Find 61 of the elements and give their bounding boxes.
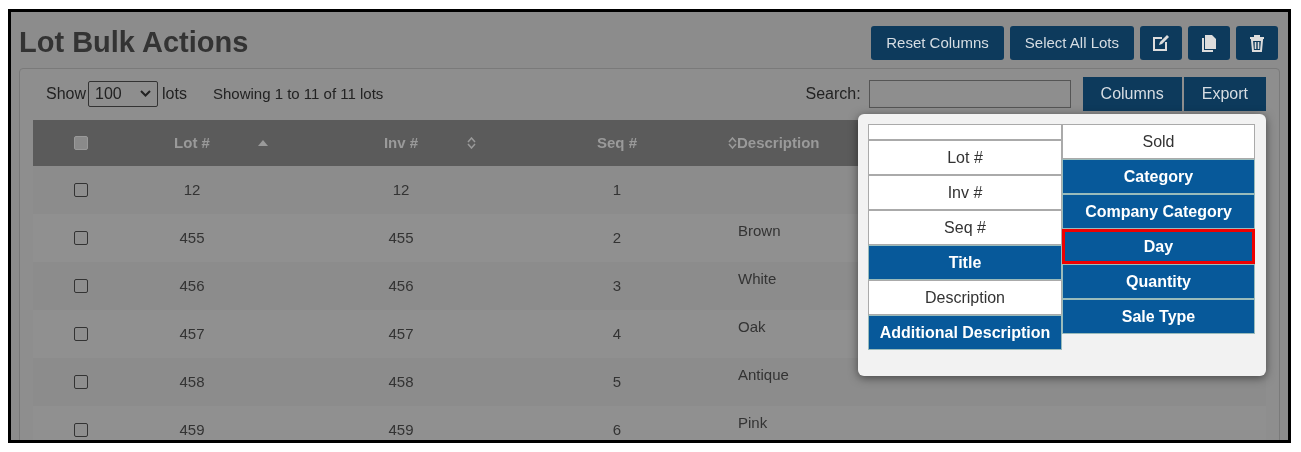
column-toggle[interactable]: Category — [1062, 159, 1255, 194]
edit-button[interactable] — [1140, 26, 1182, 60]
page-title: Lot Bulk Actions — [19, 25, 249, 61]
table-cell-text: 457 — [179, 323, 205, 344]
lots-label: lots — [162, 84, 187, 104]
column-toggle[interactable]: Lot # — [868, 140, 1062, 175]
table-cell-text: 459 — [179, 419, 205, 440]
column-toggle[interactable] — [868, 124, 1062, 140]
page-size-select[interactable]: 100 — [88, 81, 159, 107]
table-cell-text: 4 — [612, 323, 622, 344]
table-cell-text: 456 — [388, 275, 414, 296]
copy-button[interactable] — [1188, 26, 1230, 60]
delete-button[interactable] — [1236, 26, 1278, 60]
table-cell-text: White — [738, 268, 777, 289]
column-toggle[interactable]: Seq # — [868, 210, 1062, 245]
column-toggle[interactable]: Sale Type — [1062, 299, 1255, 334]
show-label: Show — [46, 84, 87, 104]
table-cell-text: 458 — [388, 371, 414, 392]
checkbox[interactable] — [73, 375, 88, 389]
table-info: Showing 1 to 11 of 11 lots — [212, 83, 384, 104]
table-cell-text: 457 — [388, 323, 414, 344]
column-toggle[interactable]: Additional Description — [868, 315, 1062, 350]
table-action-button[interactable]: Export — [1183, 77, 1266, 111]
checkbox[interactable] — [73, 279, 88, 293]
column-toggle[interactable]: Title — [868, 245, 1062, 280]
checkbox[interactable] — [73, 183, 88, 197]
checkbox[interactable] — [73, 136, 88, 150]
table-cell-text: 455 — [179, 227, 205, 248]
table-cell-text: 1 — [612, 179, 622, 200]
copy-icon — [1199, 33, 1219, 53]
table-cell-text: 456 — [179, 275, 205, 296]
toolbar-button[interactable]: Select All Lots — [1009, 26, 1134, 60]
column-toggle[interactable]: Quantity — [1062, 264, 1255, 299]
checkbox[interactable] — [73, 327, 88, 341]
table-action-button[interactable]: Columns — [1082, 77, 1182, 111]
chevron-down-icon — [140, 90, 152, 98]
search-label: Search: — [805, 84, 861, 104]
table-cell-text: 5 — [612, 371, 622, 392]
table-cell-text: Pink — [738, 412, 768, 433]
column-toggle[interactable]: Company Category — [1062, 194, 1255, 229]
column-toggle[interactable]: Sold — [1062, 124, 1255, 159]
table-cell-text: Brown — [738, 220, 781, 241]
table-cell-text: Antique — [738, 364, 789, 385]
table-cell-text: 459 — [388, 419, 414, 440]
column-toggle[interactable]: Inv # — [868, 175, 1062, 210]
edit-icon — [1151, 33, 1171, 53]
checkbox[interactable] — [73, 231, 88, 245]
table-cell-text: Oak — [738, 316, 766, 337]
table-cell-text: 2 — [612, 227, 622, 248]
column-toggle[interactable]: Day — [1062, 229, 1255, 264]
trash-icon — [1247, 33, 1267, 53]
column-toggle[interactable]: Description — [868, 280, 1062, 315]
table-cell-text: 458 — [179, 371, 205, 392]
table-cell-text: 455 — [388, 227, 414, 248]
search-field[interactable] — [868, 80, 1071, 108]
checkbox[interactable] — [73, 423, 88, 437]
table-cell-text: 12 — [392, 179, 410, 200]
toolbar-button[interactable]: Reset Columns — [871, 26, 1004, 60]
table-cell-text: 3 — [612, 275, 622, 296]
table-cell-text: 6 — [612, 419, 622, 440]
table-cell-text: 12 — [183, 179, 201, 200]
